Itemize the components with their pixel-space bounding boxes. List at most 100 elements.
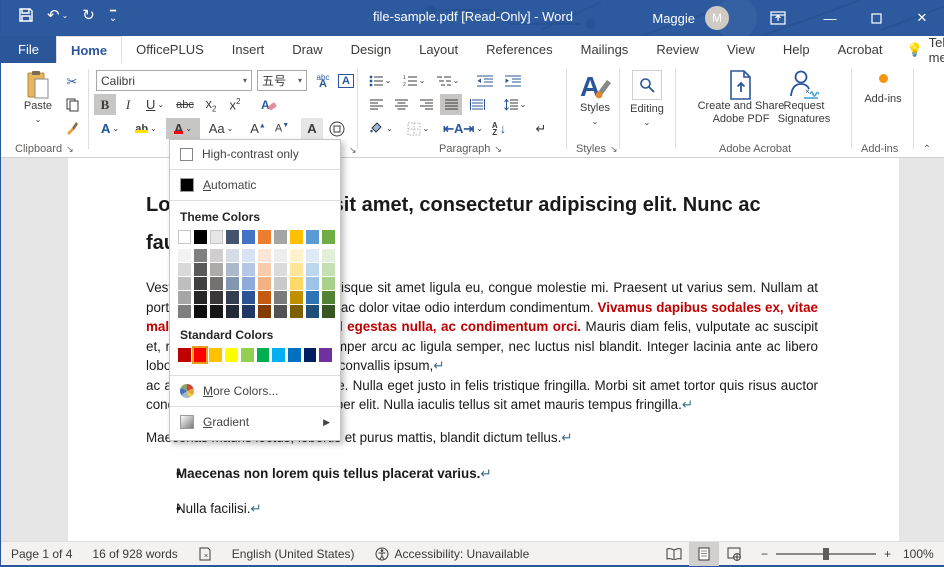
theme-color-variant-swatch[interactable]: [210, 263, 223, 276]
theme-color-variant-swatch[interactable]: [322, 305, 335, 318]
shading-button[interactable]: ⌄: [365, 118, 397, 139]
theme-color-variant-swatch[interactable]: [322, 263, 335, 276]
bold-button[interactable]: B: [94, 94, 116, 115]
increase-indent-button[interactable]: [501, 70, 525, 91]
theme-color-variant-swatch[interactable]: [290, 291, 303, 304]
theme-color-variant-swatch[interactable]: [194, 249, 207, 262]
strikethrough-button[interactable]: abc: [172, 94, 198, 115]
zoom-out-button[interactable]: −: [761, 547, 768, 561]
theme-color-variant-swatch[interactable]: [210, 291, 223, 304]
page-indicator[interactable]: Page 1 of 4: [1, 547, 82, 561]
word-count[interactable]: 16 of 928 words: [82, 547, 187, 561]
theme-color-variant-swatch[interactable]: [258, 291, 271, 304]
standard-color-swatch[interactable]: [241, 348, 254, 362]
theme-color-swatch[interactable]: [322, 230, 335, 244]
theme-color-swatch[interactable]: [274, 230, 287, 244]
automatic-color-item[interactable]: Automatic: [170, 171, 340, 199]
tab-help[interactable]: Help: [769, 36, 824, 63]
theme-color-variant-swatch[interactable]: [242, 305, 255, 318]
theme-color-variant-swatch[interactable]: [290, 263, 303, 276]
accessibility-status[interactable]: Accessibility: Unavailable: [365, 547, 540, 561]
collapse-ribbon-button[interactable]: ⌃: [917, 139, 937, 160]
save-button[interactable]: [19, 8, 33, 22]
tab-home[interactable]: Home: [56, 36, 122, 63]
align-left-button[interactable]: [365, 94, 387, 115]
format-painter-button[interactable]: [61, 117, 83, 138]
standard-color-swatch[interactable]: [288, 348, 301, 362]
tab-references[interactable]: References: [472, 36, 566, 63]
decrease-indent-button[interactable]: [473, 70, 497, 91]
web-layout-button[interactable]: [719, 542, 749, 566]
tab-insert[interactable]: Insert: [218, 36, 279, 63]
high-contrast-only-item[interactable]: High-contrast only: [170, 140, 340, 168]
theme-color-variant-swatch[interactable]: [242, 277, 255, 290]
shrink-font-button[interactable]: A▼: [271, 118, 293, 139]
theme-color-variant-swatch[interactable]: [258, 305, 271, 318]
theme-color-variant-swatch[interactable]: [274, 305, 287, 318]
high-contrast-checkbox[interactable]: [180, 148, 193, 161]
grow-font-button[interactable]: A▲: [247, 118, 269, 139]
user-name[interactable]: Maggie: [652, 11, 695, 26]
theme-color-variant-swatch[interactable]: [306, 305, 319, 318]
theme-color-variant-swatch[interactable]: [210, 305, 223, 318]
theme-color-variant-swatch[interactable]: [290, 277, 303, 290]
tell-me-button[interactable]: 💡 Tell me: [896, 36, 944, 63]
theme-color-swatch[interactable]: [306, 230, 319, 244]
dialog-launcher-icon[interactable]: ↘: [494, 144, 502, 154]
gradient-item[interactable]: Gradient ▶: [170, 408, 340, 436]
theme-color-variant-swatch[interactable]: [274, 277, 287, 290]
theme-color-swatch[interactable]: [178, 230, 191, 244]
theme-color-variant-swatch[interactable]: [178, 277, 191, 290]
theme-color-variant-swatch[interactable]: [242, 249, 255, 262]
standard-color-swatch[interactable]: [319, 348, 332, 362]
phonetic-guide-button[interactable]: abcA: [312, 70, 334, 91]
align-right-button[interactable]: [415, 94, 437, 115]
theme-color-variant-swatch[interactable]: [306, 249, 319, 262]
tab-acrobat[interactable]: Acrobat: [824, 36, 897, 63]
tab-layout[interactable]: Layout: [405, 36, 472, 63]
tab-review[interactable]: Review: [642, 36, 713, 63]
zoom-slider-handle[interactable]: [823, 548, 829, 560]
theme-color-swatch[interactable]: [210, 230, 223, 244]
text-effects-button[interactable]: A⌄: [94, 118, 126, 139]
theme-color-variant-swatch[interactable]: [322, 249, 335, 262]
multilevel-list-button[interactable]: ⌄: [433, 70, 463, 91]
theme-color-variant-swatch[interactable]: [258, 263, 271, 276]
theme-color-variant-swatch[interactable]: [194, 305, 207, 318]
zoom-slider[interactable]: [776, 553, 876, 555]
text-highlight-button[interactable]: ab⌄: [129, 118, 163, 139]
theme-color-variant-swatch[interactable]: [178, 249, 191, 262]
copy-button[interactable]: [61, 94, 83, 115]
dialog-launcher-icon[interactable]: ↘: [66, 144, 74, 154]
request-signatures-button[interactable]: × Request Signatures: [761, 70, 847, 126]
tab-design[interactable]: Design: [337, 36, 405, 63]
tab-view[interactable]: View: [713, 36, 769, 63]
borders-button[interactable]: ⌄: [401, 118, 435, 139]
paste-button[interactable]: Paste ⌄: [15, 70, 61, 126]
repeat-button[interactable]: ↻: [82, 6, 95, 24]
theme-color-variant-swatch[interactable]: [306, 277, 319, 290]
character-border-button[interactable]: A: [335, 70, 357, 91]
align-center-button[interactable]: [390, 94, 412, 115]
tab-file[interactable]: File: [1, 36, 56, 63]
theme-color-variant-swatch[interactable]: [226, 291, 239, 304]
theme-color-variant-swatch[interactable]: [210, 249, 223, 262]
theme-color-variant-swatch[interactable]: [274, 291, 287, 304]
cut-button[interactable]: ✂: [61, 71, 83, 92]
theme-color-variant-swatch[interactable]: [194, 291, 207, 304]
theme-color-variant-swatch[interactable]: [290, 305, 303, 318]
standard-color-swatch[interactable]: [225, 348, 238, 362]
bullets-button[interactable]: ⌄: [365, 70, 395, 91]
close-button[interactable]: ✕: [899, 0, 944, 36]
standard-color-swatch[interactable]: [304, 348, 317, 362]
theme-color-variant-swatch[interactable]: [242, 263, 255, 276]
theme-color-variant-swatch[interactable]: [226, 305, 239, 318]
justify-button[interactable]: [440, 94, 462, 115]
tab-officeplus[interactable]: OfficePLUS: [122, 36, 218, 63]
font-dialog-launcher-icon[interactable]: ↘: [349, 145, 357, 156]
theme-color-variant-swatch[interactable]: [194, 277, 207, 290]
maximize-button[interactable]: [853, 0, 899, 36]
theme-color-variant-swatch[interactable]: [274, 249, 287, 262]
font-size-combo[interactable]: 五号▾: [257, 70, 307, 91]
minimize-button[interactable]: —: [807, 0, 853, 36]
